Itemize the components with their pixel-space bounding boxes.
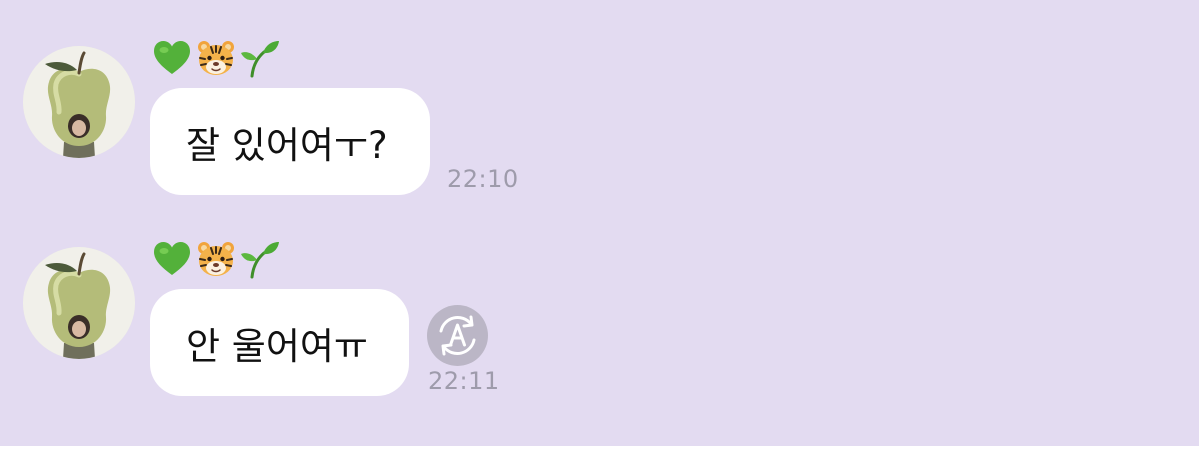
chat-room[interactable]: 잘 있어여ㅜ? 22:10 안 울어여ㅠ 22:11 xyxy=(0,0,1199,446)
message-bubble[interactable]: 안 울어여ㅠ xyxy=(150,289,409,396)
green-apple-profile-photo xyxy=(23,247,135,359)
message-item: 잘 있어여ㅜ? 22:10 xyxy=(0,36,1199,206)
sender-name[interactable] xyxy=(152,36,280,80)
message-text: 안 울어여ㅠ xyxy=(186,324,368,368)
sender-name[interactable] xyxy=(152,237,280,281)
seedling-icon xyxy=(240,239,280,279)
message-text: 잘 있어여ㅜ? xyxy=(186,123,388,167)
profile-avatar[interactable] xyxy=(23,46,135,158)
profile-avatar[interactable] xyxy=(23,247,135,359)
green-heart-icon xyxy=(152,239,192,279)
message-item: 안 울어여ㅠ 22:11 xyxy=(0,237,1199,407)
seedling-icon xyxy=(240,38,280,78)
message-bubble[interactable]: 잘 있어여ㅜ? xyxy=(150,88,430,195)
translate-button[interactable] xyxy=(427,305,488,366)
green-heart-icon xyxy=(152,38,192,78)
tiger-face-icon xyxy=(196,239,236,279)
tiger-face-icon xyxy=(196,38,236,78)
message-timestamp: 22:11 xyxy=(428,367,500,395)
green-apple-profile-photo xyxy=(23,46,135,158)
translate-icon xyxy=(439,315,476,356)
message-timestamp: 22:10 xyxy=(447,165,519,193)
